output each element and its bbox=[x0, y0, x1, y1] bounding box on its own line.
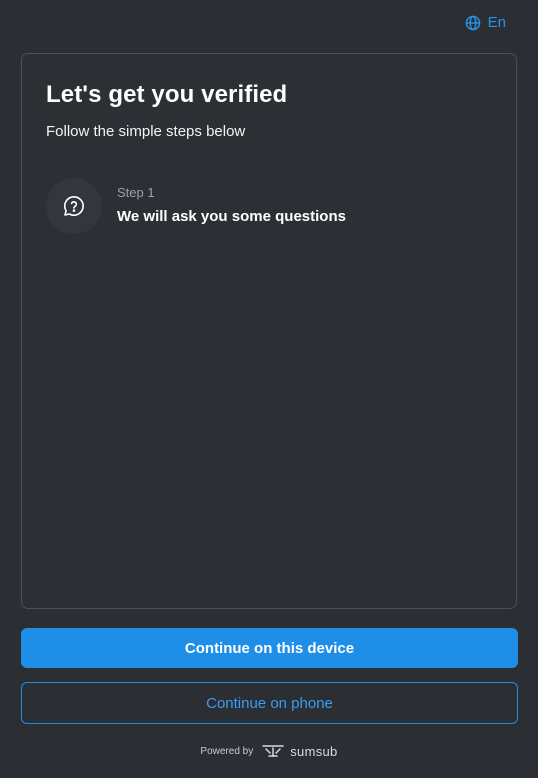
continue-on-device-button[interactable]: Continue on this device bbox=[21, 628, 518, 668]
powered-by-label: Powered by bbox=[200, 746, 254, 757]
page-title: Let's get you verified bbox=[46, 81, 288, 108]
brand-name: sumsub bbox=[290, 744, 338, 759]
language-selector[interactable]: En bbox=[465, 14, 506, 31]
step-description: We will ask you some questions bbox=[117, 208, 346, 225]
step-item: Step 1 We will ask you some questions bbox=[46, 178, 346, 234]
continue-on-phone-button[interactable]: Continue on phone bbox=[21, 682, 518, 724]
powered-by-footer: Powered by sumsub bbox=[0, 742, 538, 761]
question-chat-icon bbox=[46, 178, 102, 234]
verification-card: Let's get you verified Follow the simple… bbox=[21, 53, 517, 609]
page-subtitle: Follow the simple steps below bbox=[46, 123, 246, 140]
sumsub-logo-icon bbox=[261, 742, 285, 761]
brand-logo: sumsub bbox=[261, 742, 337, 761]
language-label: En bbox=[487, 14, 506, 31]
step-label: Step 1 bbox=[117, 185, 155, 200]
globe-icon bbox=[465, 15, 481, 31]
